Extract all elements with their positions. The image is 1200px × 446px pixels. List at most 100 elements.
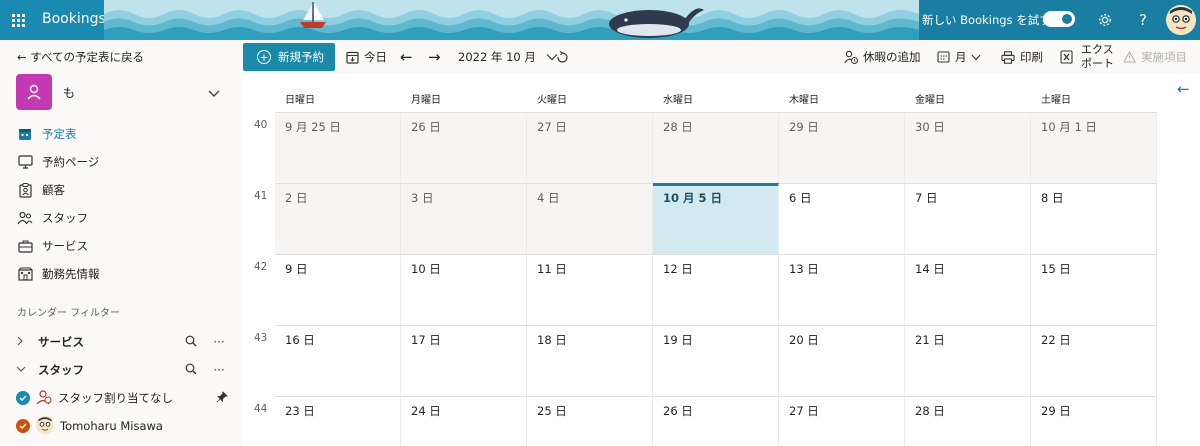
day-cell[interactable]: 26 日	[653, 396, 779, 446]
day-cell[interactable]: 12 日	[653, 254, 779, 325]
week-number: 41	[254, 190, 268, 202]
nav-item-customers[interactable]: 顧客	[16, 179, 226, 201]
refresh-icon	[557, 50, 568, 63]
week-number: 43	[254, 332, 268, 344]
day-cell[interactable]: 29 日	[1031, 396, 1157, 446]
plus-icon: +	[257, 50, 271, 64]
day-cell[interactable]: 29 日	[779, 112, 905, 183]
day-cell[interactable]: 24 日	[401, 396, 527, 446]
add-time-off-button[interactable]: 休暇の追加	[844, 49, 921, 65]
day-cell[interactable]: 11 日	[527, 254, 653, 325]
day-cell[interactable]: 3 日	[401, 183, 527, 254]
implemented-items-button[interactable]: 実施項目	[1123, 49, 1187, 65]
try-new-bookings-label: 新しい Bookings を試す	[922, 13, 1051, 27]
day-cell[interactable]: 19 日	[653, 325, 779, 396]
help-button[interactable]: ?	[1132, 9, 1154, 31]
day-number: 10 月 5 日	[663, 191, 723, 205]
day-cell[interactable]: 18 日	[527, 325, 653, 396]
filter-staff[interactable]: スタッフ ···	[16, 359, 228, 381]
print-button[interactable]: 印刷	[1001, 49, 1043, 65]
app-name[interactable]: Bookings	[42, 11, 106, 27]
day-cell[interactable]: 17 日	[401, 325, 527, 396]
settings-button[interactable]	[1094, 9, 1116, 31]
app-launcher-button[interactable]	[0, 0, 36, 40]
new-booking-label: 新規予約	[278, 50, 324, 64]
back-link-label: すべての予定表に戻る	[30, 50, 145, 64]
filter-services[interactable]: サービス ···	[16, 331, 228, 353]
nav-item-staff[interactable]: スタッフ	[16, 207, 226, 229]
day-cell[interactable]: 23 日	[275, 396, 401, 446]
day-cell[interactable]: 4 日	[527, 183, 653, 254]
new-booking-button[interactable]: + 新規予約	[243, 43, 335, 71]
staff-item-unassigned[interactable]: スタッフ割り当てなし	[16, 386, 228, 410]
user-avatar[interactable]	[1166, 5, 1196, 35]
nav-item-booking-page[interactable]: 予約ページ	[16, 151, 226, 173]
person-clock-icon	[844, 50, 858, 64]
today-button[interactable]: 今日	[346, 49, 387, 65]
nav-item-business-info[interactable]: 勤務先情報	[16, 263, 226, 285]
day-cell[interactable]: 26 日	[401, 112, 527, 183]
weekday-header: 木曜日	[789, 95, 819, 106]
nav-item-label: 勤務先情報	[42, 267, 100, 281]
calendar-avatar	[16, 74, 52, 110]
day-cell[interactable]: 8 日	[1031, 183, 1157, 254]
day-number: 26 日	[411, 120, 441, 134]
day-cell[interactable]: 2 日	[275, 183, 401, 254]
day-cell[interactable]: 9 月 25 日	[275, 112, 401, 183]
collapse-pane-arrow-icon[interactable]: ←	[1177, 80, 1190, 98]
search-icon[interactable]	[182, 335, 200, 350]
export-button[interactable]: エクス ポート	[1060, 41, 1114, 73]
day-cell[interactable]: 27 日	[779, 396, 905, 446]
day-cell[interactable]: 10 月 1 日	[1031, 112, 1157, 183]
more-options-icon[interactable]: ···	[210, 335, 228, 349]
face-avatar-icon	[1166, 5, 1196, 35]
day-cell[interactable]: 16 日	[275, 325, 401, 396]
calendar-filter-heading: カレンダー フィルター	[17, 308, 120, 319]
more-options-icon[interactable]: ···	[210, 363, 228, 377]
day-number: 14 日	[915, 262, 945, 276]
day-number: 29 日	[1041, 404, 1071, 418]
day-cell-today[interactable]: 10 月 5 日	[653, 183, 779, 254]
nav-item-services[interactable]: サービス	[16, 235, 226, 257]
try-new-bookings-toggle[interactable]	[1043, 11, 1075, 27]
day-cell[interactable]: 28 日	[653, 112, 779, 183]
nav-item-calendar[interactable]: 予定表	[16, 123, 226, 145]
month-label: 2022 年 10 月	[458, 50, 536, 64]
nav-item-label: 予約ページ	[42, 155, 100, 169]
pin-icon[interactable]	[216, 390, 228, 406]
month-picker[interactable]: 2022 年 10 月	[458, 49, 558, 65]
back-to-all-calendars-link[interactable]: ← すべての予定表に戻る	[17, 49, 144, 65]
checkmark-icon[interactable]	[16, 419, 30, 433]
day-cell[interactable]: 27 日	[527, 112, 653, 183]
day-cell[interactable]: 9 日	[275, 254, 401, 325]
chevron-down-icon[interactable]	[206, 85, 222, 101]
nav-item-label: スタッフ	[42, 211, 88, 225]
refresh-button[interactable]	[555, 49, 569, 65]
day-cell[interactable]: 20 日	[779, 325, 905, 396]
day-cell[interactable]: 6 日	[779, 183, 905, 254]
day-cell[interactable]: 28 日	[905, 396, 1031, 446]
day-cell[interactable]: 21 日	[905, 325, 1031, 396]
day-cell[interactable]: 7 日	[905, 183, 1031, 254]
view-selector[interactable]: 月	[937, 49, 981, 65]
briefcase-icon	[16, 237, 34, 255]
day-number: 4 日	[537, 191, 560, 205]
print-label: 印刷	[1020, 50, 1043, 64]
day-cell[interactable]: 10 日	[401, 254, 527, 325]
next-month-button[interactable]: →	[428, 48, 441, 66]
search-icon[interactable]	[182, 363, 200, 378]
staff-item-tomoharu-misawa[interactable]: Tomoharu Misawa	[16, 414, 228, 438]
previous-month-button[interactable]: ←	[400, 48, 413, 66]
day-cell[interactable]: 22 日	[1031, 325, 1157, 396]
chevron-right-icon[interactable]	[16, 336, 30, 349]
day-number: 2 日	[285, 191, 308, 205]
filter-label: スタッフ	[38, 363, 84, 377]
day-cell[interactable]: 15 日	[1031, 254, 1157, 325]
day-cell[interactable]: 30 日	[905, 112, 1031, 183]
day-number: 9 日	[285, 262, 308, 276]
checkmark-icon[interactable]	[16, 391, 30, 405]
day-cell[interactable]: 14 日	[905, 254, 1031, 325]
chevron-down-icon[interactable]	[16, 365, 30, 376]
day-cell[interactable]: 13 日	[779, 254, 905, 325]
day-cell[interactable]: 25 日	[527, 396, 653, 446]
